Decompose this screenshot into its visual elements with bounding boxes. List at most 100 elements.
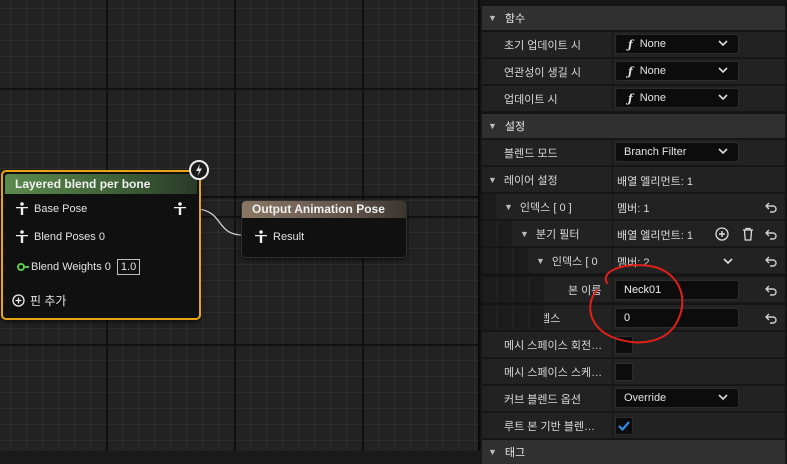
plus-circle-icon [12, 294, 25, 307]
mesh-space-scale-checkbox[interactable] [615, 363, 633, 381]
update-combo[interactable]: ƒ None [615, 88, 739, 108]
root-bone-blend-row: 루트 본 기반 블렌… [482, 413, 785, 439]
index0b-value: 멤버: 2 [617, 257, 650, 269]
index0b-row[interactable]: ▼ 인덱스 [ 0 멤버: 2 [482, 248, 785, 274]
function-icon: ƒ [628, 64, 633, 78]
base-pose-pin[interactable]: Base Pose [15, 202, 87, 216]
collapse-arrow-icon: ▼ [520, 228, 529, 239]
become-relevant-value: None [639, 65, 667, 77]
reset-to-default-icon[interactable] [765, 228, 777, 240]
blend-poses-label: Blend Poses 0 [34, 231, 105, 243]
layered-blend-per-bone-node[interactable]: Layered blend per bone Base Pose Blend P… [1, 170, 201, 320]
depth-row: 뎁스 0 [482, 305, 785, 331]
initial-update-row: 초기 업데이트 시 ƒ None [482, 32, 785, 58]
chevron-down-icon [718, 148, 728, 155]
add-element-icon[interactable] [715, 227, 729, 241]
function-icon: ƒ [628, 37, 633, 51]
pose-pin-icon [255, 230, 267, 243]
branch-filter-row[interactable]: ▼ 분기 필터 배열 엘리먼트: 1 [482, 221, 785, 247]
output-animation-pose-node[interactable]: Output Animation Pose Result [241, 200, 407, 258]
chevron-down-icon [718, 394, 728, 401]
index0-label: 인덱스 [ 0 ] [519, 201, 572, 214]
blend-weights-label: Blend Weights 0 [31, 261, 111, 273]
bone-name-label: 본 이름 [568, 284, 602, 297]
output-pose-pin-icon[interactable] [173, 202, 187, 216]
collapse-arrow-icon: ▼ [488, 121, 497, 131]
bone-name-input[interactable]: Neck01 [615, 280, 739, 300]
collapse-arrow-icon: ▼ [488, 174, 497, 185]
output-node-title: Output Animation Pose [242, 201, 406, 218]
reset-to-default-icon[interactable] [765, 255, 777, 267]
add-pin-label: 핀 추가 [30, 294, 67, 308]
blend-weights-pin[interactable]: Blend Weights 0 1.0 [17, 259, 141, 275]
settings-category-label: 설정 [504, 121, 526, 133]
update-label: 업데이트 시 [504, 93, 558, 106]
add-pin-button[interactable]: 핀 추가 [12, 292, 66, 309]
blend-mode-label: 블렌드 모드 [504, 147, 558, 160]
index0-value: 멤버: 1 [617, 203, 650, 215]
update-value: None [639, 92, 667, 104]
blend-mode-combo[interactable]: Branch Filter [615, 142, 739, 162]
mesh-space-scale-label: 메시 스페이스 스케… [504, 366, 603, 379]
blend-weights-input[interactable]: 1.0 [116, 259, 141, 275]
layer-setup-label: 레이어 설정 [503, 174, 558, 187]
anim-graph-canvas[interactable]: Layered blend per bone Base Pose Blend P… [0, 0, 478, 451]
initial-update-value: None [639, 38, 667, 50]
initial-update-label: 초기 업데이트 시 [504, 39, 581, 52]
index0b-label: 인덱스 [ 0 [551, 255, 598, 268]
reset-to-default-icon[interactable] [765, 312, 777, 324]
bone-name-row: 본 이름 Neck01 [482, 277, 785, 303]
float-pin-icon [17, 263, 29, 271]
branch-filter-label: 분기 필터 [535, 228, 580, 241]
mesh-space-rotation-label: 메시 스페이스 회전… [504, 339, 603, 352]
curve-blend-label: 커브 블렌드 옵션 [504, 393, 581, 406]
collapse-arrow-icon: ▼ [488, 447, 497, 457]
collapse-arrow-icon: ▼ [536, 255, 545, 266]
become-relevant-row: 연관성이 생길 시 ƒ None [482, 59, 785, 85]
tags-category-label: 태그 [504, 447, 526, 459]
mesh-space-rotation-checkbox[interactable] [615, 336, 633, 354]
base-pose-label: Base Pose [34, 203, 88, 215]
root-bone-blend-checkbox[interactable] [615, 417, 633, 435]
tags-category-header[interactable]: ▼ 태그 [482, 440, 785, 464]
layered-node-title: Layered blend per bone [5, 174, 197, 194]
pose-pin-icon [16, 202, 28, 215]
curve-blend-row: 커브 블렌드 옵션 Override [482, 386, 785, 412]
index0-row[interactable]: ▼ 인덱스 [ 0 ] 멤버: 1 [482, 194, 785, 220]
depth-input[interactable]: 0 [615, 308, 739, 328]
curve-blend-combo[interactable]: Override [615, 388, 739, 408]
blend-mode-value: Branch Filter [624, 146, 687, 158]
layer-setup-value: 배열 엘리먼트: 1 [617, 176, 694, 188]
mesh-space-rotation-row: 메시 스페이스 회전… [482, 332, 785, 358]
result-pin[interactable]: Result [254, 230, 304, 244]
chevron-down-icon [718, 67, 728, 74]
branch-filter-value: 배열 엘리먼트: 1 [617, 230, 694, 242]
fast-path-lightning-icon [189, 160, 209, 180]
become-relevant-combo[interactable]: ƒ None [615, 61, 739, 81]
become-relevant-label: 연관성이 생길 시 [504, 66, 581, 79]
details-panel: ▼ 함수 초기 업데이트 시 ƒ None 연관성이 생길 시 ƒ None 업… [478, 0, 787, 464]
curve-blend-value: Override [624, 392, 667, 404]
settings-category-header[interactable]: ▼ 설정 [482, 114, 785, 138]
layer-setup-row[interactable]: ▼ 레이어 설정 배열 엘리먼트: 1 [482, 167, 785, 193]
functions-category-label: 함수 [504, 13, 526, 25]
function-icon: ƒ [628, 91, 633, 105]
trash-icon[interactable] [741, 227, 755, 241]
blend-mode-row: 블렌드 모드 Branch Filter [482, 140, 785, 166]
collapse-arrow-icon: ▼ [488, 13, 497, 23]
chevron-down-icon[interactable] [723, 256, 733, 266]
root-bone-blend-label: 루트 본 기반 블렌… [504, 420, 596, 433]
initial-update-combo[interactable]: ƒ None [615, 34, 739, 54]
blend-poses-pin[interactable]: Blend Poses 0 [15, 230, 105, 244]
chevron-down-icon [718, 40, 728, 47]
reset-to-default-icon[interactable] [765, 201, 777, 213]
checkmark-icon [618, 421, 630, 432]
functions-category-header[interactable]: ▼ 함수 [482, 6, 785, 30]
chevron-down-icon [718, 94, 728, 101]
mesh-space-scale-row: 메시 스페이스 스케… [482, 359, 785, 385]
pose-pin-icon [16, 230, 28, 243]
reset-to-default-icon[interactable] [765, 284, 777, 296]
result-label: Result [273, 231, 305, 243]
collapse-arrow-icon: ▼ [504, 201, 513, 212]
update-row: 업데이트 시 ƒ None [482, 86, 785, 112]
